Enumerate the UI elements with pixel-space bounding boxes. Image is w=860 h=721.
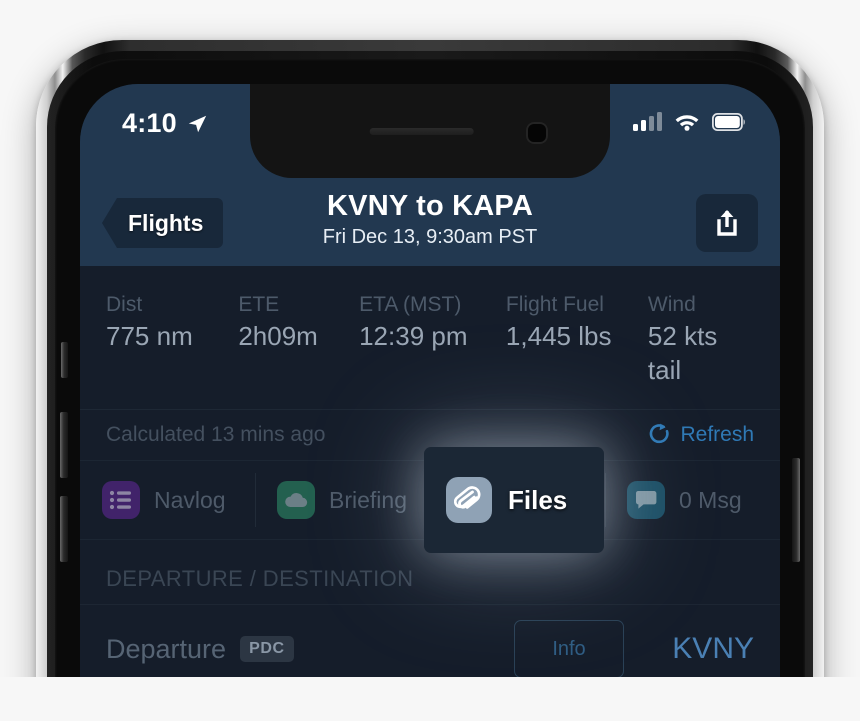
- front-camera: [526, 122, 548, 144]
- image-bottom-crop: [0, 677, 860, 721]
- calculated-text: Calculated 13 mins ago: [106, 423, 326, 446]
- tab-messages[interactable]: 0 Msg: [605, 461, 780, 539]
- stat-value: 12:39 pm: [359, 321, 468, 351]
- display-notch: [250, 84, 610, 178]
- flight-stats-row: Dist 775 nm ETE 2h09m ETA (MST) 12:39 pm: [80, 266, 780, 410]
- stat-value: 52 kts tail: [647, 321, 718, 385]
- back-button-flights[interactable]: Flights: [102, 198, 224, 248]
- status-bar-left: 4:10: [122, 108, 208, 139]
- volume-down-button[interactable]: [60, 496, 68, 562]
- status-bar-time: 4:10: [122, 108, 177, 138]
- silent-switch-button[interactable]: [61, 342, 68, 378]
- wifi-icon: [675, 115, 699, 131]
- list-icon: [102, 481, 140, 519]
- share-button[interactable]: [696, 194, 758, 252]
- calculated-row: Calculated 13 mins ago Refresh: [80, 410, 780, 460]
- battery-full-icon: [712, 113, 745, 131]
- tab-briefing[interactable]: Briefing: [255, 461, 430, 539]
- refresh-circular-arrow-icon: [650, 423, 670, 444]
- stat-eta: ETA (MST) 12:39 pm: [359, 292, 506, 353]
- stat-flight-fuel: Flight Fuel 1,445 lbs: [506, 292, 648, 353]
- stat-label: ETA (MST): [359, 293, 462, 316]
- power-button[interactable]: [792, 458, 800, 562]
- stat-label: Wind: [647, 293, 696, 316]
- volume-up-button[interactable]: [60, 412, 68, 478]
- status-bar-right: [633, 112, 746, 131]
- stat-ete: ETE 2h09m: [238, 292, 359, 353]
- stat-value: 2h09m: [238, 321, 318, 351]
- tab-files[interactable]: [430, 461, 605, 539]
- stat-dist: Dist 775 nm: [106, 292, 238, 353]
- section-header-departure-destination: DEPARTURE / DESTINATION: [106, 566, 414, 591]
- tab-label: Navlog: [154, 486, 226, 513]
- back-button-label: Flights: [128, 209, 204, 236]
- stat-label: Dist: [106, 293, 143, 316]
- chat-bubble-icon: [627, 481, 665, 519]
- stat-label: Flight Fuel: [505, 293, 604, 316]
- phone-screen: 4:10 Flights KVNY to KAPA Fri Dec 13, 9:…: [80, 84, 780, 721]
- detail-tab-bar: Navlog Briefing 0 Msg Files: [80, 447, 780, 553]
- flight-detail-content: Dist 775 nm ETE 2h09m ETA (MST) 12:39 pm: [80, 266, 780, 721]
- tab-label: 0 Msg: [679, 486, 742, 513]
- stat-label: ETE: [238, 293, 280, 316]
- location-arrow-icon: [188, 115, 207, 132]
- stat-wind: Wind 52 kts tail: [648, 292, 754, 387]
- tab-navlog[interactable]: Navlog: [80, 461, 255, 539]
- stat-value: 1,445 lbs: [505, 321, 612, 351]
- status-badge-pdc: PDC: [240, 636, 294, 662]
- cloud-icon: [277, 481, 315, 519]
- refresh-label: Refresh: [680, 423, 754, 446]
- refresh-button[interactable]: Refresh: [649, 423, 754, 447]
- info-button[interactable]: Info: [514, 620, 624, 678]
- row-label: Departure: [106, 633, 227, 664]
- info-button-label: Info: [552, 637, 586, 660]
- phone-frame: 4:10 Flights KVNY to KAPA Fri Dec 13, 9:…: [36, 40, 824, 721]
- tab-label: Briefing: [329, 486, 407, 513]
- share-upload-icon: [717, 210, 737, 236]
- screenshot-stage: 4:10 Flights KVNY to KAPA Fri Dec 13, 9:…: [0, 0, 860, 721]
- stat-value: 775 nm: [106, 321, 193, 351]
- navigation-bar: Flights KVNY to KAPA Fri Dec 13, 9:30am …: [80, 180, 780, 266]
- earpiece-speaker: [369, 128, 474, 135]
- cellular-signal-icon: [633, 112, 662, 131]
- airport-identifier: KVNY: [672, 632, 754, 665]
